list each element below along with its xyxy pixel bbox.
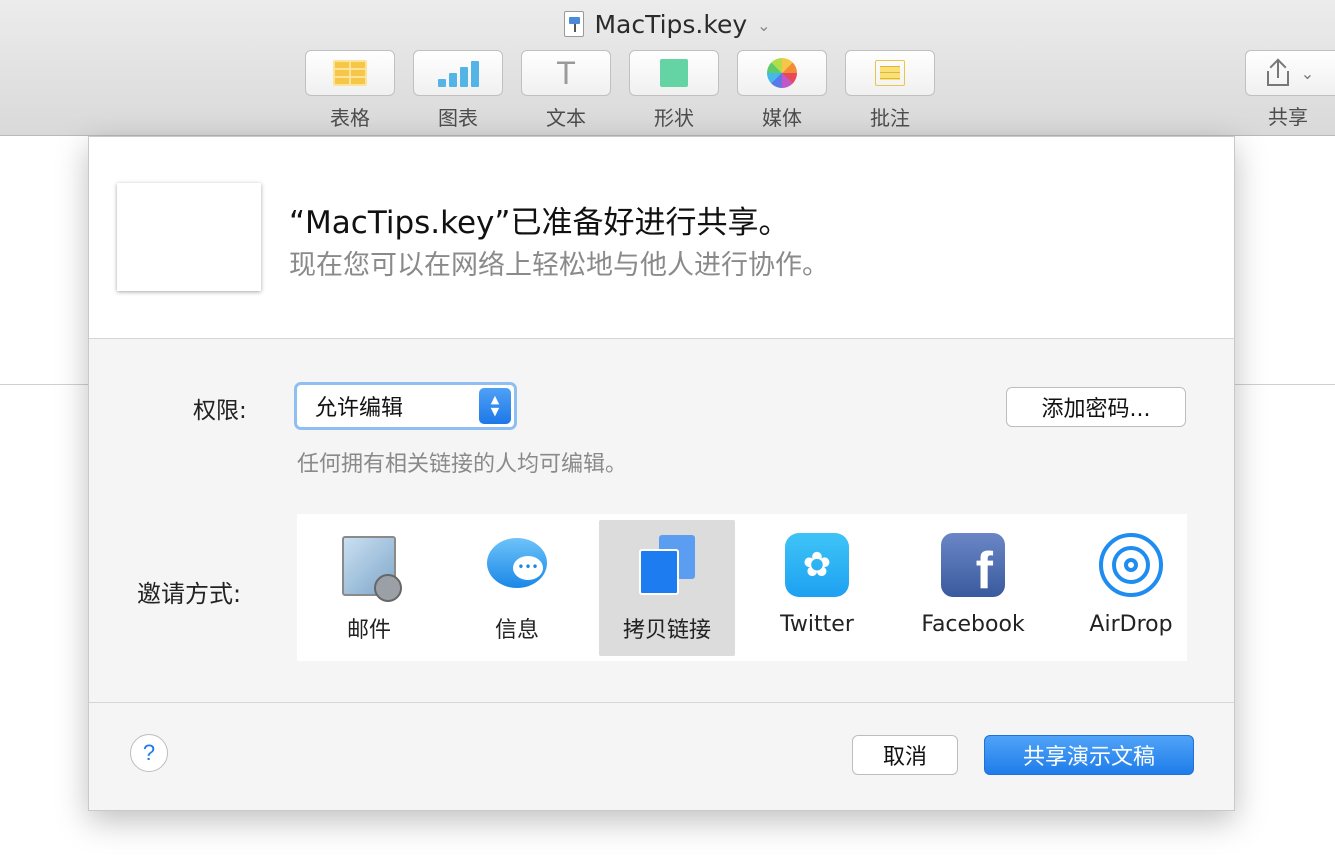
mail-icon bbox=[342, 536, 402, 602]
invite-airdrop[interactable]: AirDrop bbox=[1063, 520, 1199, 656]
media-button[interactable] bbox=[737, 50, 827, 96]
invite-copy-link[interactable]: 拷贝链接 bbox=[599, 520, 735, 656]
invite-label: 邀请方式: bbox=[137, 580, 242, 608]
dialog-title: “MacTips.key”已准备好进行共享。 bbox=[289, 205, 790, 241]
invite-twitter-label: Twitter bbox=[780, 612, 854, 637]
select-arrows-icon: ▲ ▼ bbox=[479, 388, 511, 424]
table-icon bbox=[333, 60, 367, 86]
airdrop-icon bbox=[1099, 533, 1163, 597]
footer-divider bbox=[89, 702, 1234, 703]
table-label: 表格 bbox=[330, 106, 370, 130]
chart-label: 图表 bbox=[438, 106, 478, 130]
help-button[interactable]: ? bbox=[130, 734, 168, 772]
comment-label: 批注 bbox=[870, 106, 910, 130]
facebook-icon: f bbox=[941, 533, 1005, 597]
shape-button[interactable] bbox=[629, 50, 719, 96]
shape-label: 形状 bbox=[654, 106, 694, 130]
invite-options: 邮件 信息 拷贝链接 ✿ Twitter f Facebook AirDrop bbox=[297, 514, 1187, 661]
comment-icon bbox=[875, 60, 905, 86]
chevron-down-icon: ⌄ bbox=[1300, 63, 1315, 83]
share-label: 共享 bbox=[1268, 105, 1308, 129]
invite-messages-label: 信息 bbox=[494, 618, 539, 643]
messages-icon bbox=[487, 538, 547, 588]
document-name: MacTips.key bbox=[594, 9, 748, 39]
share-icon bbox=[1266, 58, 1289, 86]
invite-messages[interactable]: 信息 bbox=[449, 520, 585, 656]
add-password-button[interactable]: 添加密码... bbox=[1006, 387, 1186, 427]
share-dialog: “MacTips.key”已准备好进行共享。 现在您可以在网络上轻松地与他人进行… bbox=[88, 136, 1235, 811]
invite-facebook[interactable]: f Facebook bbox=[905, 520, 1041, 656]
toolbar: MacTips.key ⌄ 表格 图表 T 文本 形状 媒体 批注 ⌄ 共享 bbox=[0, 0, 1335, 136]
permission-label: 权限: bbox=[193, 398, 247, 424]
permission-description: 任何拥有相关链接的人均可编辑。 bbox=[297, 452, 628, 477]
permission-select[interactable]: 允许编辑 ▲ ▼ bbox=[294, 382, 517, 430]
chevron-down-icon: ⌄ bbox=[757, 15, 771, 35]
toolbar-text[interactable]: T 文本 bbox=[521, 50, 611, 131]
window-title[interactable]: MacTips.key ⌄ bbox=[0, 8, 1335, 40]
invite-mail[interactable]: 邮件 bbox=[301, 520, 437, 656]
share-presentation-button[interactable]: 共享演示文稿 bbox=[984, 735, 1194, 775]
chart-button[interactable] bbox=[413, 50, 503, 96]
toolbar-media[interactable]: 媒体 bbox=[737, 50, 827, 131]
invite-twitter[interactable]: ✿ Twitter bbox=[749, 520, 885, 656]
permission-value: 允许编辑 bbox=[315, 396, 404, 421]
keynote-document-icon bbox=[564, 11, 585, 37]
invite-copy-link-label: 拷贝链接 bbox=[622, 618, 711, 643]
chart-icon bbox=[437, 59, 479, 87]
dialog-header: “MacTips.key”已准备好进行共享。 现在您可以在网络上轻松地与他人进行… bbox=[89, 137, 1234, 339]
media-label: 媒体 bbox=[762, 106, 802, 130]
document-thumbnail bbox=[117, 183, 261, 291]
share-button[interactable]: ⌄ bbox=[1245, 50, 1335, 96]
twitter-icon: ✿ bbox=[785, 533, 849, 597]
toolbar-comment[interactable]: 批注 bbox=[845, 50, 935, 131]
invite-mail-label: 邮件 bbox=[346, 618, 391, 643]
table-button[interactable] bbox=[305, 50, 395, 96]
comment-button[interactable] bbox=[845, 50, 935, 96]
copy-link-icon bbox=[639, 535, 695, 595]
invite-airdrop-label: AirDrop bbox=[1089, 612, 1173, 637]
toolbar-table[interactable]: 表格 bbox=[305, 50, 395, 131]
text-icon: T bbox=[556, 55, 576, 91]
dialog-subtitle: 现在您可以在网络上轻松地与他人进行协作。 bbox=[289, 250, 829, 281]
toolbar-chart[interactable]: 图表 bbox=[413, 50, 503, 131]
cancel-button[interactable]: 取消 bbox=[852, 735, 958, 775]
media-icon bbox=[767, 58, 797, 88]
toolbar-shape[interactable]: 形状 bbox=[629, 50, 719, 131]
text-label: 文本 bbox=[546, 106, 586, 130]
text-button[interactable]: T bbox=[521, 50, 611, 96]
invite-facebook-label: Facebook bbox=[921, 612, 1025, 637]
shape-icon bbox=[660, 59, 688, 87]
